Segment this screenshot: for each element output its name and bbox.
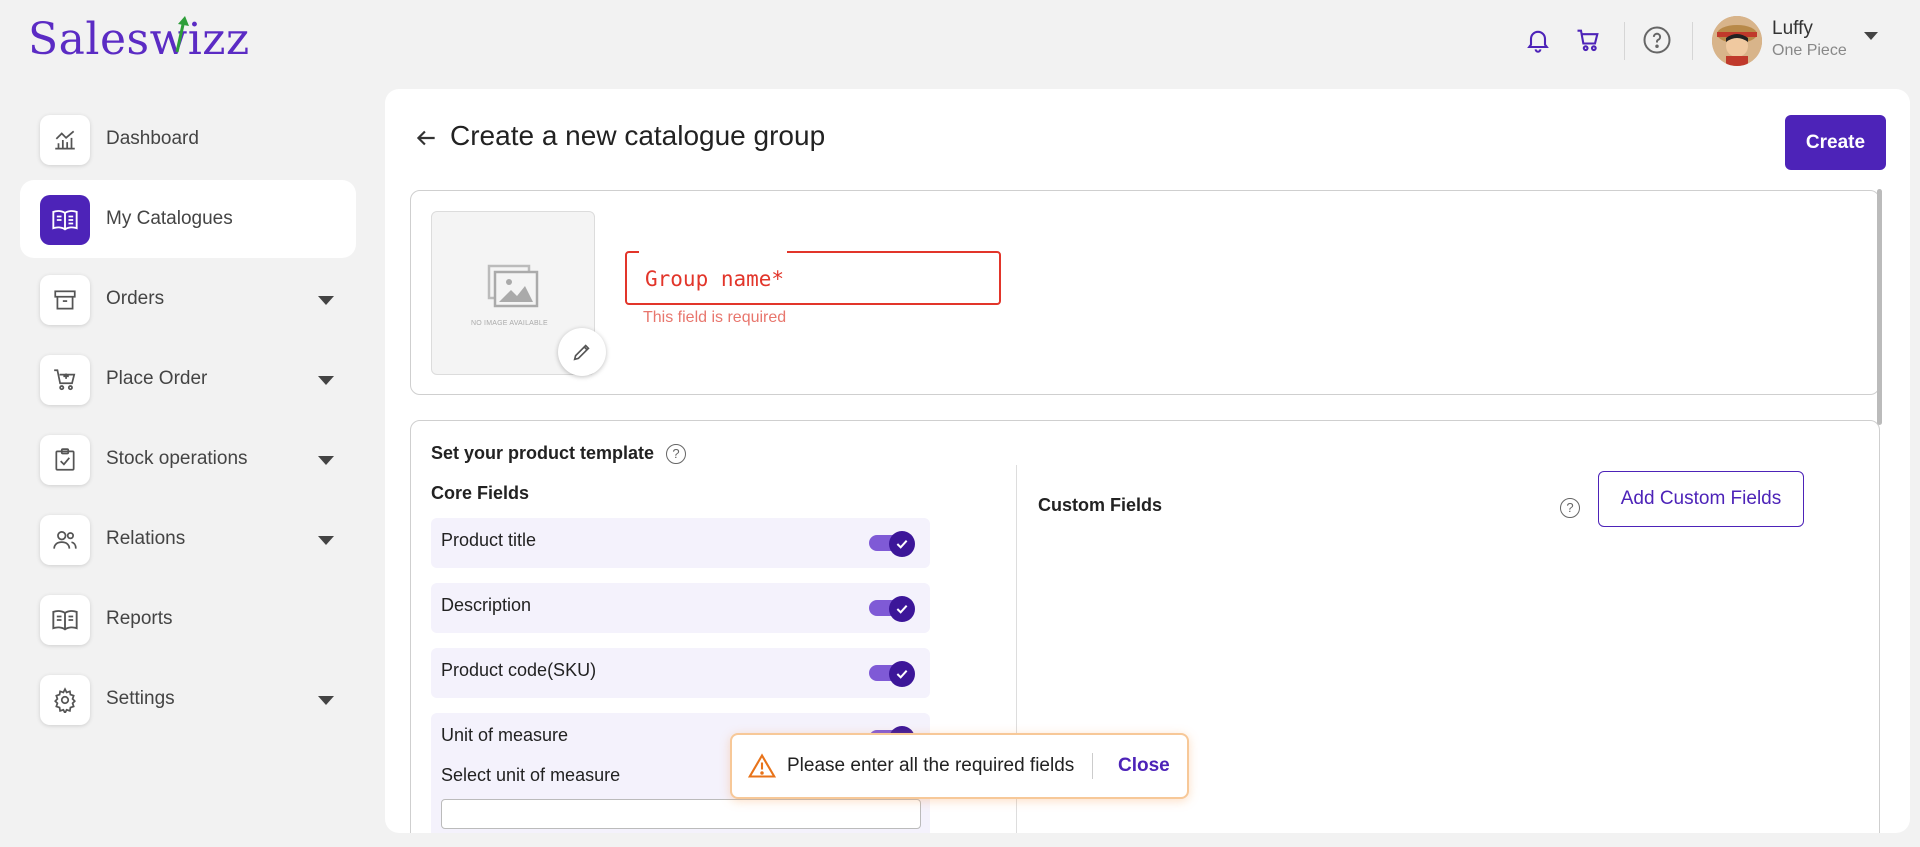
core-field-sku: Product code(SKU): [431, 648, 930, 698]
people-icon: [40, 515, 90, 565]
group-name-input[interactable]: [645, 265, 985, 293]
topbar-divider: [1692, 22, 1693, 60]
report-book-icon: [40, 595, 90, 645]
toast-divider: [1092, 753, 1093, 779]
core-field-product-title: Product title: [431, 518, 930, 568]
archive-icon: [40, 275, 90, 325]
sidebar-item-label: Reports: [106, 608, 173, 629]
check-icon: [896, 604, 908, 614]
sidebar-item-stock-operations[interactable]: Stock operations: [20, 420, 356, 498]
custom-fields-title: Custom Fields: [1038, 495, 1163, 515]
sidebar-item-label: Orders: [106, 288, 165, 309]
sidebar-item-label: Relations: [106, 528, 186, 549]
field-label: Product title: [441, 530, 537, 550]
toast-close-button[interactable]: Close: [1118, 755, 1170, 777]
user-menu-chevron-down-icon[interactable]: [1864, 32, 1878, 40]
no-image-text: NO IMAGE AVAILABLE: [471, 320, 548, 327]
chevron-down-icon: [318, 536, 334, 545]
topbar-divider: [1624, 22, 1625, 60]
help-icon[interactable]: [1639, 22, 1675, 58]
sidebar-item-orders[interactable]: Orders: [20, 260, 356, 338]
logo-arrow-icon: [175, 16, 189, 53]
chevron-down-icon: [318, 456, 334, 465]
main-panel: Create a new catalogue group Create NO I…: [385, 89, 1910, 833]
warning-icon: [748, 753, 776, 778]
page-title: Create a new catalogue group: [450, 120, 826, 151]
sidebar-item-label: Settings: [106, 688, 175, 709]
sidebar-item-label: Place Order: [106, 368, 208, 389]
chevron-down-icon: [318, 696, 334, 705]
logo-text: Saleswizz: [28, 14, 250, 65]
field-notch: [639, 250, 787, 254]
field-label: Description: [441, 595, 532, 615]
unit-select-label: Select unit of measure: [441, 765, 621, 785]
sidebar-item-label: My Catalogues: [106, 208, 233, 229]
custom-fields-help-icon[interactable]: ?: [1560, 498, 1580, 518]
sidebar-item-relations[interactable]: Relations: [20, 500, 356, 578]
group-name-error: This field is required: [643, 309, 787, 326]
description-toggle[interactable]: [869, 596, 915, 622]
core-field-description: Description: [431, 583, 930, 633]
field-label: Product code(SKU): [441, 660, 597, 680]
sidebar-item-place-order[interactable]: Place Order: [20, 340, 356, 418]
create-button[interactable]: Create: [1785, 115, 1886, 170]
chevron-down-icon: [318, 376, 334, 385]
avatar[interactable]: [1712, 16, 1762, 66]
field-label: Unit of measure: [441, 725, 569, 745]
check-icon: [896, 669, 908, 679]
error-toast: Please enter all the required fields Clo…: [730, 733, 1189, 799]
sidebar-item-my-catalogues[interactable]: My Catalogues: [20, 180, 356, 258]
user-name: Luffy: [1772, 18, 1813, 39]
sidebar-item-label: Dashboard: [106, 128, 199, 149]
check-icon: [896, 539, 908, 549]
toast-message: Please enter all the required fields: [787, 755, 1075, 776]
back-arrow-icon[interactable]: [413, 125, 439, 156]
clipboard-check-icon: [40, 435, 90, 485]
group-info-card: NO IMAGE AVAILABLE This field is require…: [410, 190, 1880, 395]
user-subtitle: One Piece: [1772, 42, 1847, 59]
sidebar-item-settings[interactable]: Settings: [20, 660, 356, 738]
scrollbar[interactable]: [1877, 189, 1882, 425]
template-help-icon[interactable]: ?: [666, 444, 686, 464]
template-title: Set your product template: [431, 443, 655, 463]
pencil-icon: [573, 344, 590, 361]
app-logo[interactable]: Saleswizz: [28, 14, 250, 65]
sidebar-item-dashboard[interactable]: Dashboard: [20, 100, 356, 178]
gear-icon: [40, 675, 90, 725]
add-custom-fields-button[interactable]: Add Custom Fields: [1598, 471, 1804, 527]
product-title-toggle[interactable]: [869, 531, 915, 557]
sidebar-item-label: Stock operations: [106, 448, 248, 469]
sidebar-item-reports[interactable]: Reports: [20, 580, 356, 658]
bell-icon[interactable]: [1520, 22, 1556, 58]
sku-toggle[interactable]: [869, 661, 915, 687]
cart-add-icon: [40, 355, 90, 405]
unit-select-input[interactable]: [441, 799, 921, 829]
chevron-down-icon: [318, 296, 334, 305]
group-name-field: [625, 250, 1001, 305]
core-fields-title: Core Fields: [431, 483, 530, 503]
cart-icon[interactable]: [1570, 22, 1606, 58]
top-bar: Saleswizz Luffy One Piece: [0, 0, 1920, 84]
book-icon: [40, 195, 90, 245]
edit-image-button[interactable]: [558, 328, 606, 376]
image-placeholder-icon: [487, 264, 539, 308]
chart-icon: [40, 115, 90, 165]
